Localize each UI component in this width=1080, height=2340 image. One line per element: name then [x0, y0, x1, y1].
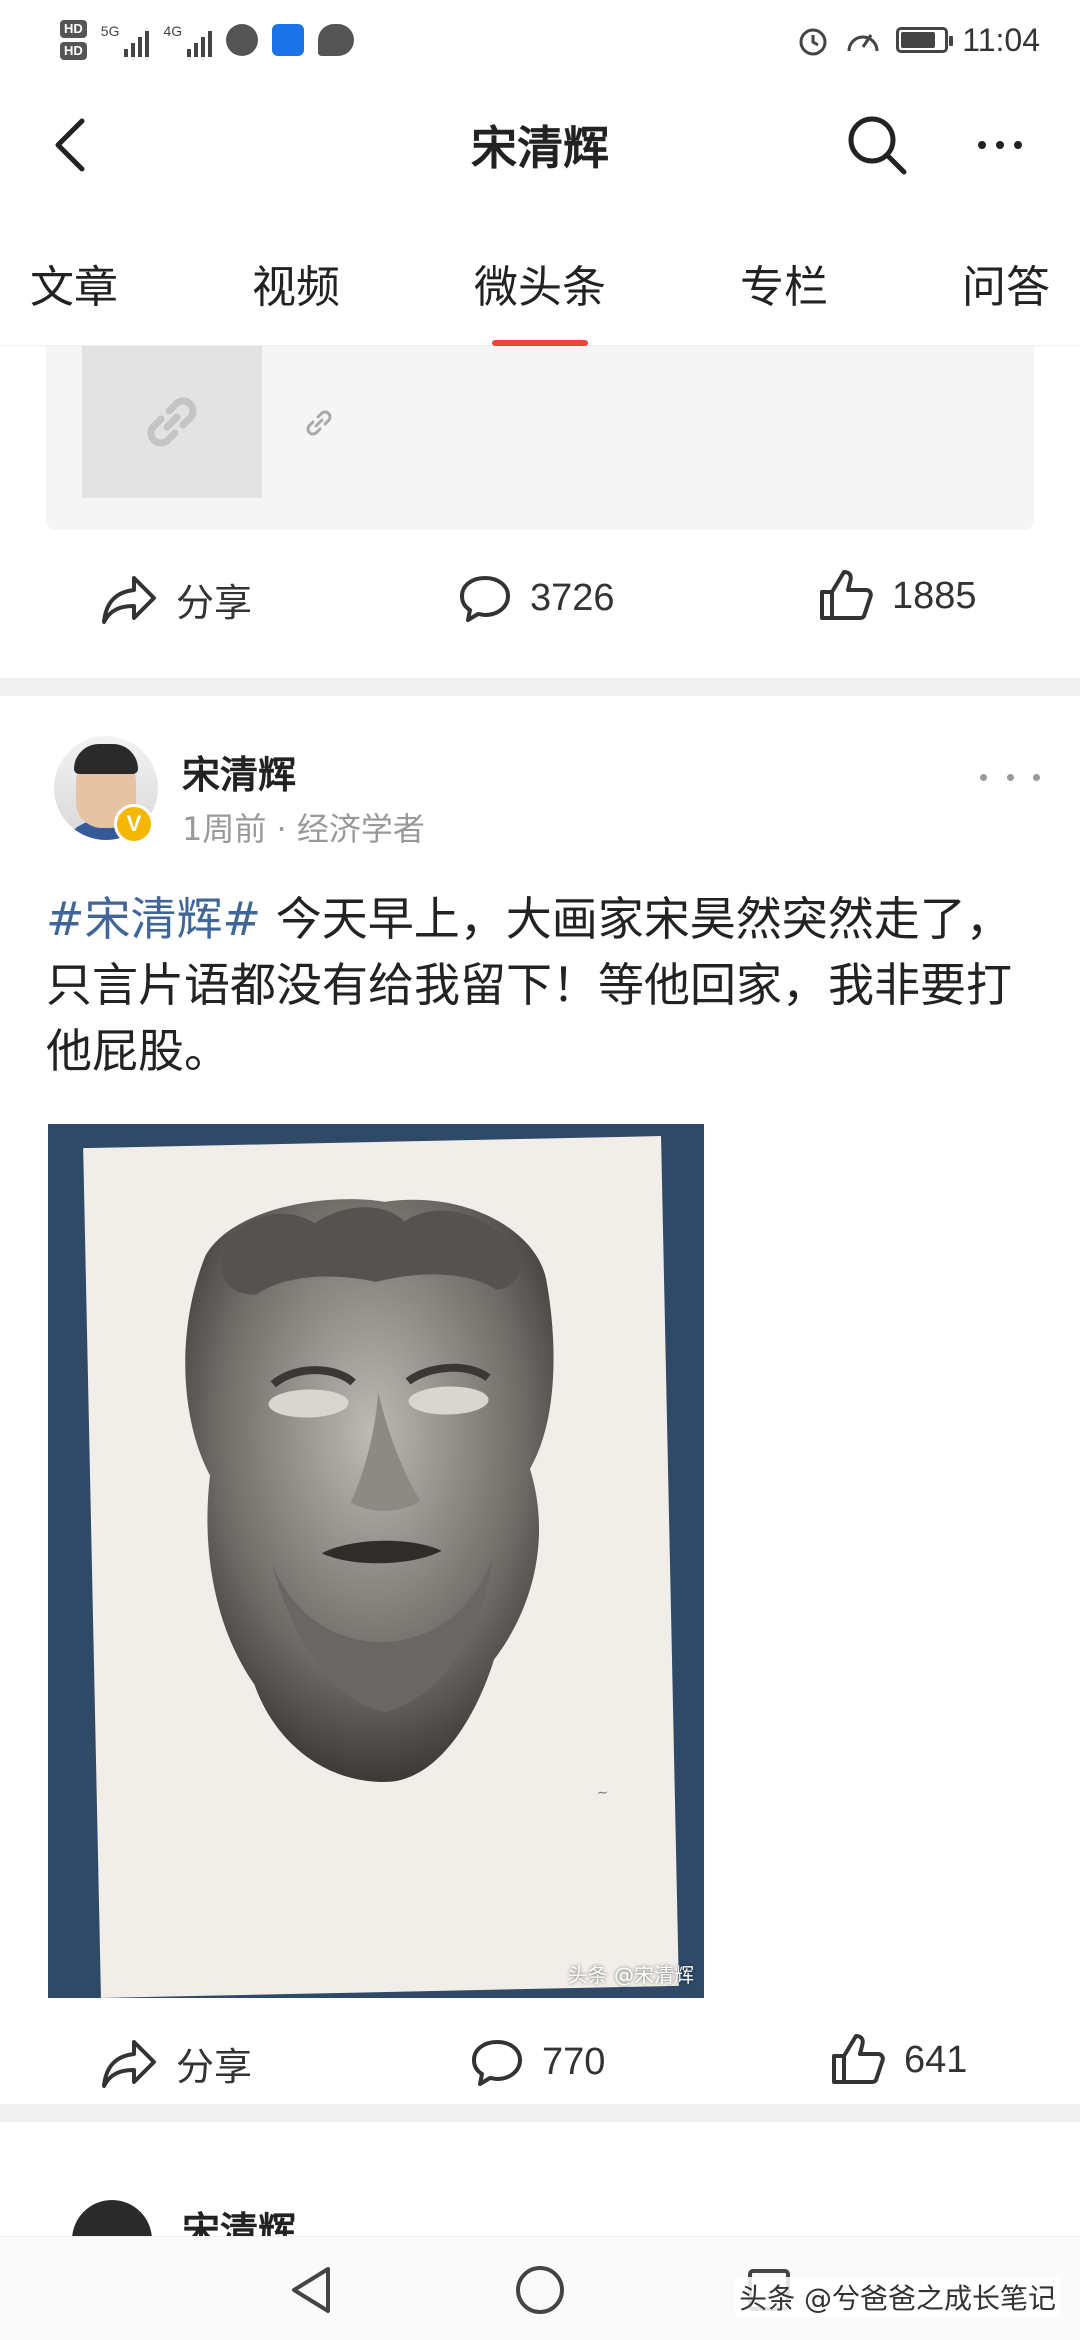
net-label-2: 4G: [163, 23, 183, 39]
clock: 11:04: [962, 21, 1040, 58]
post-more-button[interactable]: [980, 762, 1040, 792]
share-icon: [102, 575, 156, 624]
search-button[interactable]: [844, 112, 910, 178]
post-divider: [0, 678, 1080, 696]
post-actions: 分享 770 641: [0, 2014, 1080, 2114]
like-count: 641: [904, 2038, 968, 2081]
share-icon: [102, 2039, 156, 2088]
like-count: 1885: [892, 574, 977, 617]
next-post-avatar[interactable]: [72, 2200, 152, 2240]
nav-home-button[interactable]: [505, 2255, 575, 2325]
post-divider: [0, 2104, 1080, 2122]
alarm-icon: [799, 28, 827, 56]
share-button[interactable]: 分享: [100, 2036, 252, 2091]
comment-count: 3726: [530, 576, 615, 619]
share-label: 分享: [176, 583, 253, 625]
svg-text:~: ~: [596, 1785, 609, 1802]
next-post-author[interactable]: 宋清辉: [182, 2206, 296, 2240]
comment-count: 770: [542, 2040, 606, 2083]
tab-bar: 文章 视频 微头条 专栏 问答: [0, 220, 1080, 346]
signal-5g-icon: 5G: [101, 23, 150, 57]
verified-badge: V: [114, 804, 154, 844]
link-icon: [147, 397, 197, 447]
hd-indicators: HD HD: [60, 20, 87, 60]
like-icon: [832, 2034, 885, 2084]
tab-articles[interactable]: 文章: [30, 220, 118, 346]
battery-icon: [896, 27, 954, 53]
comment-icon: [472, 2040, 522, 2086]
top-bar: 宋清辉: [0, 80, 1080, 210]
system-nav-bar: 头条 @兮爸爸之成长笔记: [0, 2236, 1080, 2340]
tab-qa[interactable]: 问答: [962, 220, 1050, 346]
post-image[interactable]: ~ 头条 @宋清辉: [48, 1124, 704, 1998]
link-card[interactable]: [46, 346, 1034, 530]
more-button[interactable]: [960, 120, 1040, 170]
like-button[interactable]: 1885: [818, 568, 977, 624]
sketch-paper: ~: [83, 1136, 679, 1998]
share-button[interactable]: 分享: [100, 572, 252, 627]
like-button[interactable]: 641: [830, 2032, 967, 2088]
author-name[interactable]: 宋清辉: [182, 744, 296, 799]
like-icon: [820, 570, 873, 620]
link-thumbnail: [82, 346, 262, 498]
comment-icon: [460, 576, 510, 622]
status-left: HD HD 5G 4G: [60, 20, 355, 60]
tab-columns[interactable]: 专栏: [740, 220, 828, 346]
more-icon: [978, 141, 986, 149]
data-saver-icon: [847, 34, 879, 52]
page-title: 宋清辉: [471, 121, 609, 175]
small-link-icon: [306, 410, 332, 436]
post-text[interactable]: #宋清辉# 今天早上，大画家宋昊然突然走了，只言片语都没有给我留下！等他回家，我…: [46, 886, 1036, 1084]
status-bar: HD HD 5G 4G 11:04: [0, 0, 1080, 80]
nav-home-icon: [516, 2266, 564, 2314]
hashtag-link[interactable]: #宋清辉#: [46, 892, 261, 946]
overlay-watermark: 头条 @兮爸爸之成长笔记: [735, 2277, 1060, 2317]
tab-videos[interactable]: 视频: [252, 220, 340, 346]
nav-back-icon: [292, 2267, 330, 2313]
app-notification-icon: [226, 24, 259, 56]
tab-micro-posts[interactable]: 微头条: [474, 220, 606, 346]
signal-4g-icon: 4G: [163, 23, 213, 57]
hd-badge-2: HD: [60, 42, 87, 60]
image-watermark: 头条 @宋清辉: [567, 1963, 694, 1987]
net-label-1: 5G: [100, 23, 120, 39]
search-icon: [848, 116, 907, 175]
author-meta: 1周前 · 经济学者: [182, 810, 425, 848]
hd-badge-1: HD: [60, 20, 87, 38]
nav-back-button[interactable]: [276, 2255, 346, 2325]
comment-button[interactable]: 3726: [458, 572, 615, 624]
prev-post-actions: 分享 3726 1885: [0, 550, 1080, 650]
status-right: 11:04: [796, 22, 1040, 59]
comment-button[interactable]: 770: [470, 2036, 605, 2088]
message-notification-icon: [318, 24, 355, 56]
sketch-drawing: ~: [185, 1199, 609, 1802]
share-label: 分享: [176, 2047, 253, 2089]
bulb-notification-icon: [272, 24, 305, 56]
